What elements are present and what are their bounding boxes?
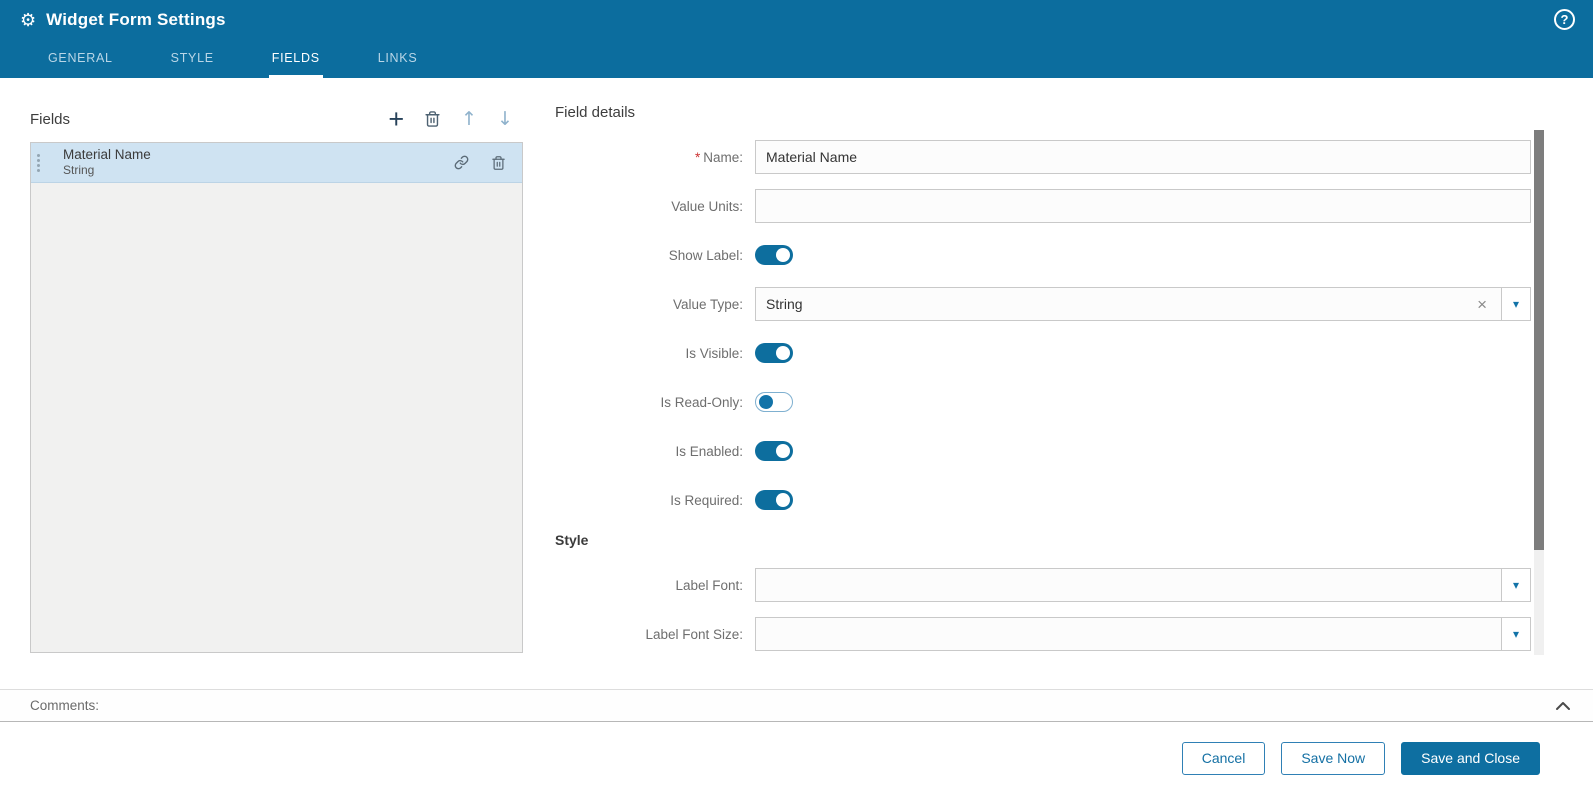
value-type-value: String bbox=[766, 296, 1473, 312]
toggle-knob bbox=[776, 444, 790, 458]
value-type-row: Value Type: String × ▾ bbox=[555, 287, 1531, 321]
save-now-button[interactable]: Save Now bbox=[1281, 742, 1385, 775]
trash-icon bbox=[424, 110, 441, 128]
scrollbar-thumb[interactable] bbox=[1534, 130, 1544, 550]
show-label-row: Show Label: bbox=[555, 238, 1531, 272]
label-font-label: Label Font: bbox=[555, 578, 755, 593]
tab-general[interactable]: GENERAL bbox=[45, 40, 116, 78]
value-units-label: Value Units: bbox=[555, 199, 755, 214]
comments-bar: Comments: bbox=[0, 689, 1593, 722]
value-type-box[interactable]: String × bbox=[755, 287, 1501, 321]
toggle-knob bbox=[776, 346, 790, 360]
toggle-knob bbox=[776, 248, 790, 262]
value-type-label: Value Type: bbox=[555, 297, 755, 312]
label-font-size-box[interactable] bbox=[755, 617, 1501, 651]
fields-panel: Fields + ↑ ↓ Material Name String bbox=[30, 104, 523, 653]
tab-bar: GENERAL STYLE FIELDS LINKS bbox=[0, 40, 1593, 78]
is-visible-toggle[interactable] bbox=[755, 343, 793, 363]
fields-panel-header: Fields + ↑ ↓ bbox=[30, 104, 523, 134]
is-enabled-label: Is Enabled: bbox=[555, 444, 755, 459]
is-required-toggle[interactable] bbox=[755, 490, 793, 510]
help-icon[interactable]: ? bbox=[1554, 9, 1575, 30]
widget-form-settings-dialog: ⚙ Widget Form Settings ? GENERAL STYLE F… bbox=[0, 0, 1593, 793]
label-font-combo: ▾ bbox=[755, 568, 1531, 602]
show-label-label: Show Label: bbox=[555, 248, 755, 263]
save-and-close-button[interactable]: Save and Close bbox=[1401, 742, 1540, 775]
chevron-up-icon[interactable] bbox=[1555, 701, 1571, 711]
bind-link-icon[interactable] bbox=[454, 155, 469, 170]
style-section-title: Style bbox=[555, 532, 1531, 548]
name-label: *Name: bbox=[555, 150, 755, 165]
tab-fields[interactable]: FIELDS bbox=[269, 40, 323, 78]
field-item-type: String bbox=[63, 163, 151, 177]
dialog-title: Widget Form Settings bbox=[46, 10, 226, 30]
is-read-only-row: Is Read-Only: bbox=[555, 385, 1531, 419]
value-type-dropdown-button[interactable]: ▾ bbox=[1501, 287, 1531, 321]
is-required-row: Is Required: bbox=[555, 483, 1531, 517]
add-field-button[interactable]: + bbox=[388, 109, 404, 129]
is-read-only-toggle[interactable] bbox=[755, 392, 793, 412]
is-visible-label: Is Visible: bbox=[555, 346, 755, 361]
clear-icon[interactable]: × bbox=[1473, 296, 1491, 313]
title-row: ⚙ Widget Form Settings ? bbox=[0, 0, 1593, 40]
label-font-size-dropdown-button[interactable]: ▾ bbox=[1501, 617, 1531, 651]
is-enabled-row: Is Enabled: bbox=[555, 434, 1531, 468]
is-enabled-toggle[interactable] bbox=[755, 441, 793, 461]
fields-toolbar: + ↑ ↓ bbox=[388, 108, 523, 130]
tab-style[interactable]: STYLE bbox=[168, 40, 217, 78]
value-units-input[interactable] bbox=[755, 189, 1531, 223]
chevron-down-icon: ▾ bbox=[1513, 627, 1519, 641]
field-details-title: Field details bbox=[555, 104, 1531, 134]
move-down-button[interactable]: ↓ bbox=[497, 108, 513, 130]
field-item-name: Material Name bbox=[63, 147, 151, 163]
label-font-dropdown-button[interactable]: ▾ bbox=[1501, 568, 1531, 602]
value-units-row: Value Units: bbox=[555, 189, 1531, 223]
chevron-down-icon: ▾ bbox=[1513, 297, 1519, 311]
required-asterisk: * bbox=[695, 150, 700, 165]
is-visible-row: Is Visible: bbox=[555, 336, 1531, 370]
dialog-header: ⚙ Widget Form Settings ? GENERAL STYLE F… bbox=[0, 0, 1593, 78]
field-item-text: Material Name String bbox=[63, 147, 151, 178]
label-font-size-combo: ▾ bbox=[755, 617, 1531, 651]
field-details-panel: Field details *Name: Value Units: Show L… bbox=[555, 104, 1531, 655]
fields-panel-title: Fields bbox=[30, 111, 70, 128]
footer-button-bar: Cancel Save Now Save and Close bbox=[0, 723, 1593, 793]
value-type-combo: String × ▾ bbox=[755, 287, 1531, 321]
field-list-item[interactable]: Material Name String bbox=[31, 143, 522, 183]
cancel-button[interactable]: Cancel bbox=[1182, 742, 1266, 775]
tab-links[interactable]: LINKS bbox=[375, 40, 421, 78]
label-font-size-label: Label Font Size: bbox=[555, 627, 755, 642]
label-font-box[interactable] bbox=[755, 568, 1501, 602]
is-required-label: Is Required: bbox=[555, 493, 755, 508]
move-up-button[interactable]: ↑ bbox=[461, 108, 477, 130]
gear-icon: ⚙ bbox=[20, 10, 36, 31]
field-item-actions bbox=[454, 155, 506, 171]
drag-handle-icon[interactable] bbox=[37, 154, 45, 172]
chevron-down-icon: ▾ bbox=[1513, 578, 1519, 592]
delete-item-trash-icon[interactable] bbox=[491, 155, 506, 171]
is-read-only-label: Is Read-Only: bbox=[555, 395, 755, 410]
label-font-size-row: Label Font Size: ▾ bbox=[555, 617, 1531, 651]
toggle-knob bbox=[776, 493, 790, 507]
name-input[interactable] bbox=[755, 140, 1531, 174]
toggle-knob bbox=[759, 395, 773, 409]
fields-list: Material Name String bbox=[30, 142, 523, 653]
show-label-toggle[interactable] bbox=[755, 245, 793, 265]
label-font-row: Label Font: ▾ bbox=[555, 568, 1531, 602]
comments-label: Comments: bbox=[30, 698, 99, 713]
delete-field-button[interactable] bbox=[424, 110, 441, 128]
vertical-scrollbar[interactable] bbox=[1534, 130, 1544, 655]
name-row: *Name: bbox=[555, 140, 1531, 174]
